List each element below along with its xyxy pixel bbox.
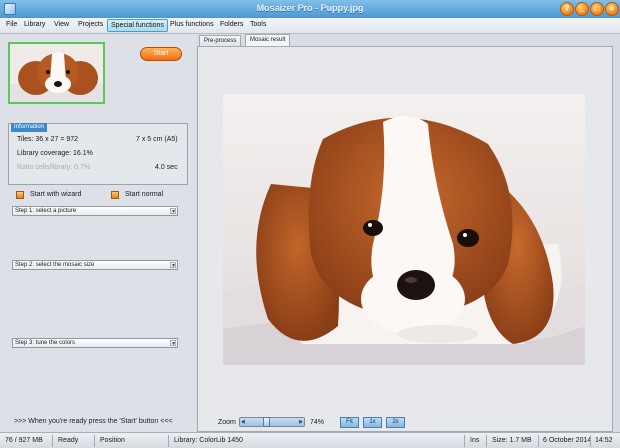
help-window-button[interactable]: ?	[560, 2, 574, 16]
step-1-label: Step 1: select a picture	[15, 208, 77, 214]
menu-library[interactable]: Library	[22, 21, 47, 28]
step-3-label: Step 3: tune the colors	[15, 340, 76, 346]
information-heading: Information	[11, 123, 48, 132]
step-1-dropdown[interactable]: Step 1: select a picture ▼	[12, 206, 178, 216]
puppy-thumbnail-image	[10, 44, 103, 102]
library-coverage-info: Library coverage: 16.1%	[17, 150, 93, 157]
puppy-mosaic-image	[223, 94, 585, 365]
menu-view[interactable]: View	[52, 21, 71, 28]
print-size-info: 7 x 5 cm (A5)	[136, 136, 178, 143]
zoom-2x-button[interactable]: 2x	[386, 417, 405, 428]
menu-folders[interactable]: Folders	[218, 21, 245, 28]
step-3-dropdown[interactable]: Step 3: tune the colors ▼	[12, 338, 178, 348]
menu-tools[interactable]: Tools	[248, 21, 268, 28]
maximize-button[interactable]: □	[590, 2, 604, 16]
mosaic-image[interactable]	[223, 94, 585, 365]
position-status: Position	[100, 437, 125, 444]
normal-option-icon	[111, 191, 119, 199]
zoom-decrease-icon[interactable]: ◀	[241, 419, 245, 425]
chevron-down-icon: ▼	[170, 340, 176, 347]
tab-pre-process[interactable]: Pre-process	[199, 35, 242, 46]
title-bar: Mosaizer Pro - Puppy.jpg ? _ □ ×	[0, 0, 620, 18]
status-divider	[538, 435, 539, 447]
minimize-button[interactable]: _	[575, 2, 589, 16]
status-divider	[464, 435, 465, 447]
wizard-option-label: Start with wizard	[30, 191, 82, 198]
ratio-info: Ratio cells/library: 0.7%	[17, 164, 91, 171]
window-title: Mosaizer Pro - Puppy.jpg	[256, 3, 364, 13]
status-divider	[590, 435, 591, 447]
date-status: 6 October 2014	[543, 437, 592, 444]
close-button[interactable]: ×	[605, 2, 619, 16]
start-button[interactable]: Start	[140, 47, 182, 61]
time-info: 4.0 sec	[155, 164, 178, 171]
state-status: Ready	[58, 437, 79, 444]
source-thumbnail[interactable]	[8, 42, 105, 104]
chevron-down-icon: ▼	[170, 262, 176, 269]
library-status: Library: ColorLib 1450	[174, 437, 243, 444]
zoom-slider[interactable]: ◀ ▶	[239, 417, 305, 427]
insert-mode-status: Ins	[470, 437, 480, 444]
zoom-1x-button[interactable]: 1x	[363, 417, 382, 428]
ready-hint: >>> When you're ready press the 'Start' …	[14, 418, 173, 425]
menu-plus-functions[interactable]: Plus functions	[168, 21, 216, 28]
menu-special-functions[interactable]: Special functions	[107, 19, 168, 32]
memory-status: 76 / 927 MB	[5, 437, 43, 444]
information-box: Information Tiles: 36 x 27 = 972 7 x 5 c…	[8, 123, 188, 185]
normal-option-label: Start normal	[125, 191, 164, 198]
status-divider	[486, 435, 487, 447]
status-divider	[94, 435, 95, 447]
file-size-status: Size: 1.7 MB	[492, 437, 532, 444]
wizard-option-icon	[16, 191, 24, 199]
tab-mosaic-result[interactable]: Mosaic result	[245, 34, 291, 46]
chevron-down-icon: ▼	[170, 208, 176, 215]
status-divider	[52, 435, 53, 447]
wizard-panel: Start Information Tiles: 36 x 27 = 972 7…	[0, 34, 196, 432]
menu-bar: File Library View Projects Special funct…	[0, 18, 620, 34]
step-2-dropdown[interactable]: Step 2: select the mosaic size ▼	[12, 260, 178, 270]
step-2-label: Step 2: select the mosaic size	[15, 262, 95, 268]
zoom-increase-icon[interactable]: ▶	[299, 419, 303, 425]
zoom-fit-button[interactable]: Fit	[340, 417, 359, 428]
status-bar: 76 / 927 MB Ready Position Library: Colo…	[0, 432, 620, 448]
tiles-info: Tiles: 36 x 27 = 972	[17, 136, 79, 143]
time-status: 14:52	[595, 437, 613, 444]
status-divider	[168, 435, 169, 447]
zoom-label: Zoom	[218, 419, 236, 426]
menu-projects[interactable]: Projects	[76, 21, 105, 28]
zoom-value: 74%	[310, 419, 325, 426]
mosaic-result-view: Zoom ◀ ▶ 74% Fit 1x 2x	[197, 46, 613, 432]
zoom-slider-thumb[interactable]	[263, 417, 271, 427]
menu-file[interactable]: File	[4, 21, 19, 28]
